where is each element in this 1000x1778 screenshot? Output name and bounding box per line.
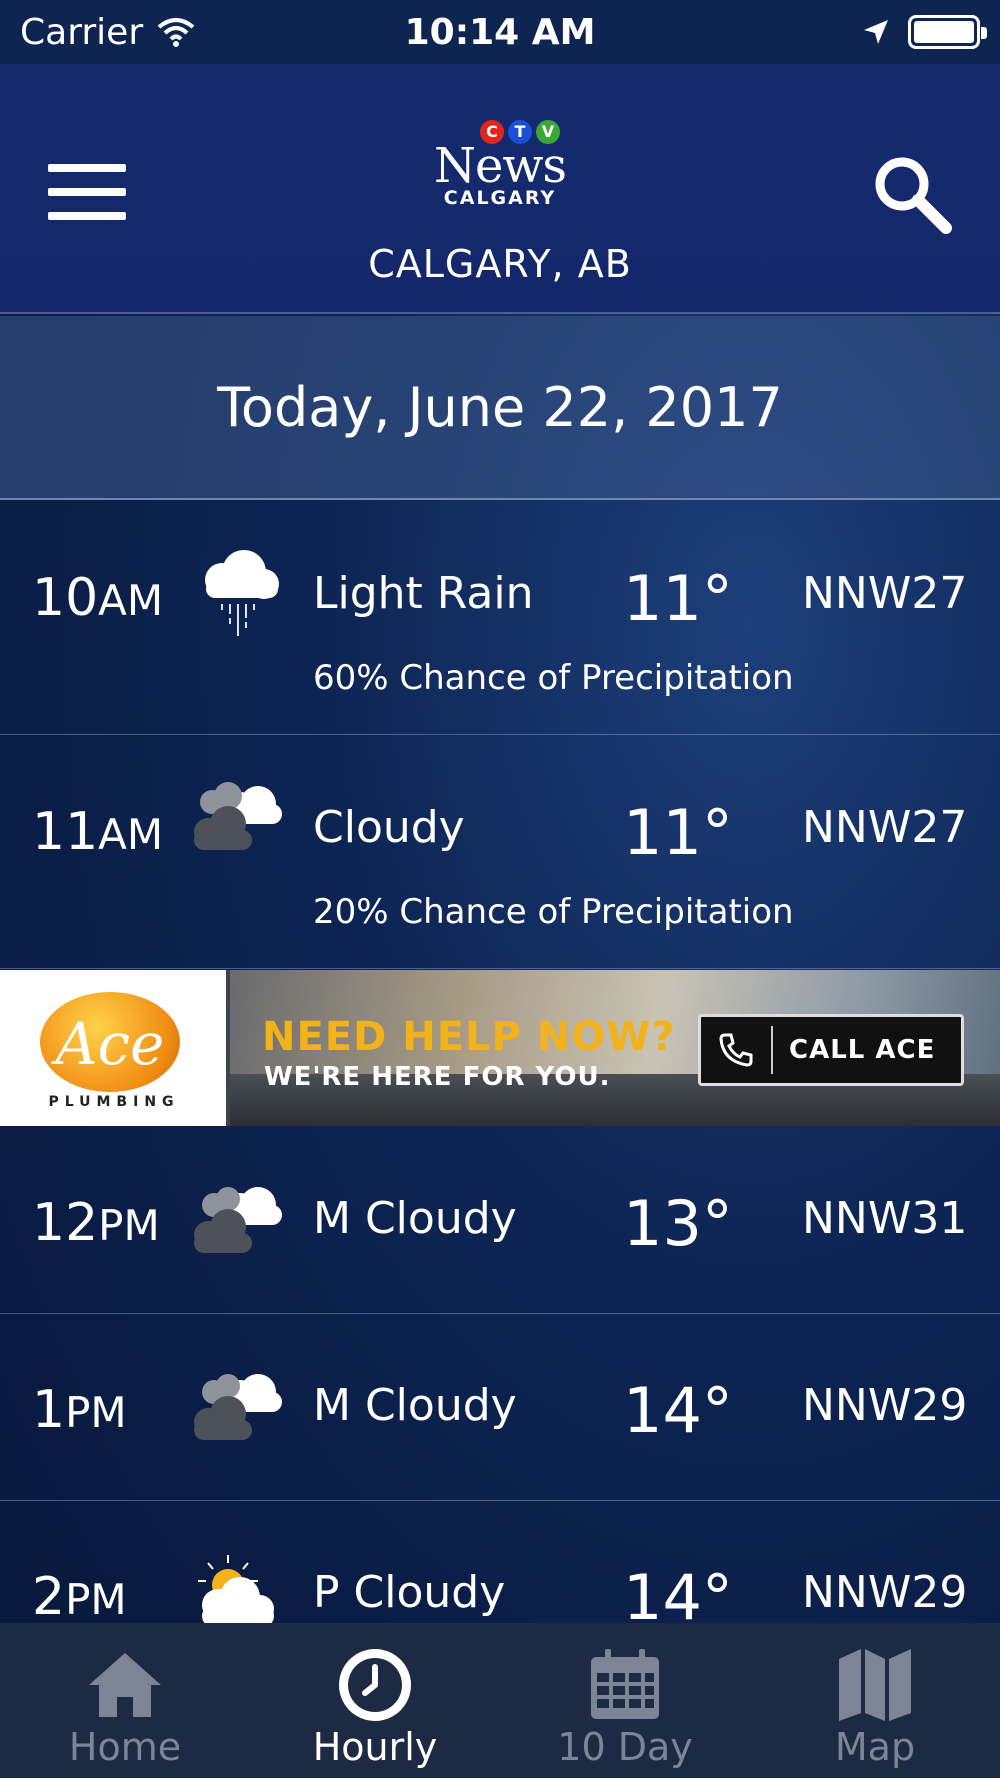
mostly-cloudy-icon [194, 1374, 282, 1440]
temperature: 11° [623, 562, 733, 635]
wind-text: NNW27 [802, 568, 968, 619]
tab-home-label: Home [68, 1725, 182, 1769]
hour-label: 11AM [32, 802, 164, 862]
ace-plumbing-logo: Ace PLUMBING [0, 970, 226, 1126]
wind-text: NNW29 [802, 1567, 968, 1618]
forecast-row[interactable]: 11AM Cloudy 11° NNW27 20% Chance of Prec… [0, 736, 1000, 969]
condition-text: M Cloudy [313, 1380, 517, 1431]
temperature: 14° [623, 1374, 733, 1447]
forecast-row[interactable]: 2PM P Cloudy 14° NNW29 [0, 1501, 1000, 1623]
call-ace-label: CALL ACE [789, 1035, 936, 1065]
forecast-row[interactable]: 10AM Light Rain 11° NNW27 60% Chance of … [0, 502, 1000, 735]
status-bar: Carrier 10:14 AM [0, 0, 1000, 64]
temperature: 14° [623, 1561, 733, 1623]
ad-headline: NEED HELP NOW? [262, 1014, 676, 1060]
precipitation-chance: 20% Chance of Precipitation [313, 892, 794, 932]
ad-banner[interactable]: Ace PLUMBING NEED HELP NOW? WE'RE HERE F… [0, 970, 1000, 1126]
phone-icon [719, 1033, 753, 1067]
home-icon [89, 1653, 161, 1717]
ad-brand-sub: PLUMBING [48, 1094, 180, 1110]
tab-map-label: Map [834, 1725, 916, 1769]
app-header: C T V News CALGARY CALGARY, AB [0, 64, 1000, 314]
calendar-icon [591, 1649, 659, 1719]
hour-label: 10AM [32, 568, 164, 628]
forecast-row[interactable]: 1PM M Cloudy 14° NNW29 [0, 1314, 1000, 1501]
tab-10-day-label: 10 Day [557, 1725, 693, 1769]
ctv-news-logo: C T V News CALGARY [0, 120, 1000, 208]
condition-text: Light Rain [313, 568, 534, 619]
condition-text: Cloudy [313, 802, 465, 853]
partly-cloudy-icon [198, 1555, 274, 1623]
battery-icon [908, 15, 987, 49]
ad-brand: Ace [55, 1010, 165, 1078]
hour-label: 2PM [32, 1567, 127, 1623]
mostly-cloudy-icon [194, 1187, 282, 1253]
condition-text: M Cloudy [313, 1193, 517, 1244]
tab-10-day[interactable]: 10 Day [500, 1623, 750, 1778]
tab-hourly[interactable]: Hourly [250, 1623, 500, 1778]
forecast-row[interactable]: 12PM M Cloudy 13° NNW31 [0, 1127, 1000, 1314]
condition-text: P Cloudy [313, 1567, 506, 1618]
tab-bar: Home Hourly 10 Day Map [0, 1623, 1000, 1778]
wind-text: NNW27 [802, 802, 968, 853]
date-title: Today, June 22, 2017 [217, 375, 783, 439]
clock-icon [339, 1649, 411, 1721]
hour-label: 12PM [32, 1193, 160, 1253]
wind-text: NNW29 [802, 1380, 968, 1431]
logo-news-text: News [433, 138, 567, 194]
hour-label: 1PM [32, 1380, 127, 1440]
ad-subline: WE'RE HERE FOR YOU. [264, 1062, 611, 1092]
date-banner: Today, June 22, 2017 [0, 316, 1000, 500]
wind-text: NNW31 [802, 1193, 968, 1244]
location-title: CALGARY, AB [368, 242, 632, 286]
light-rain-icon [205, 550, 279, 636]
map-icon [839, 1649, 911, 1721]
tab-map[interactable]: Map [750, 1623, 1000, 1778]
precipitation-chance: 60% Chance of Precipitation [313, 658, 794, 698]
temperature: 13° [623, 1187, 733, 1260]
status-time: 10:14 AM [404, 11, 596, 53]
call-ace-button[interactable]: CALL ACE [698, 1014, 964, 1086]
cloudy-icon [194, 782, 282, 850]
temperature: 11° [623, 796, 733, 869]
tab-home[interactable]: Home [0, 1623, 250, 1778]
tab-hourly-label: Hourly [312, 1725, 438, 1769]
search-icon[interactable] [870, 152, 954, 236]
logo-city-text: CALGARY [443, 187, 557, 209]
